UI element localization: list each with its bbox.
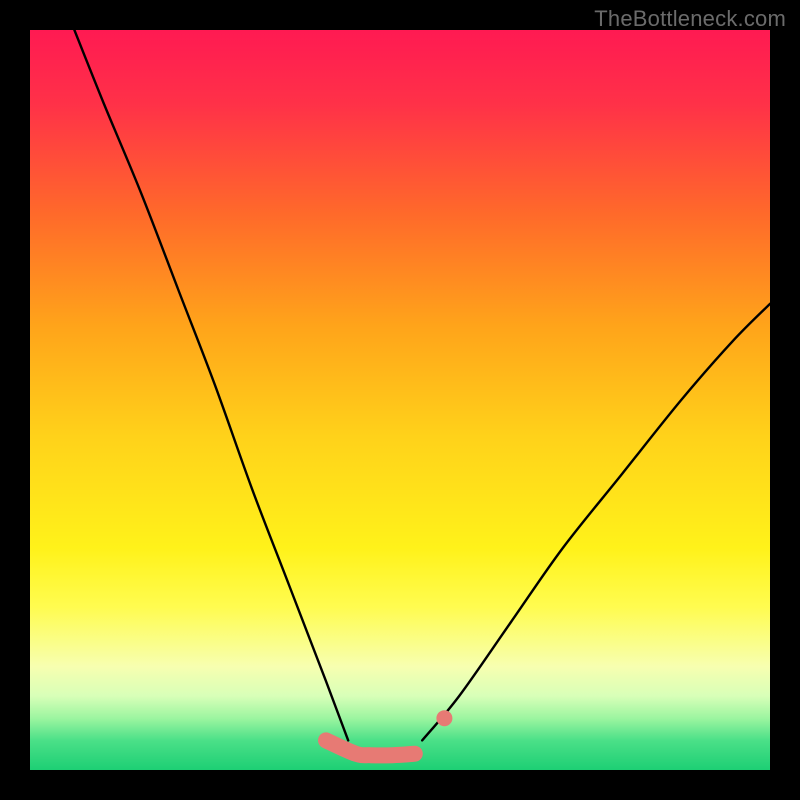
chart-frame: TheBottleneck.com — [0, 0, 800, 800]
plot-area — [30, 30, 770, 770]
curves-layer — [30, 30, 770, 770]
left-curve — [74, 30, 348, 740]
floor-marker — [326, 740, 415, 755]
watermark-text: TheBottleneck.com — [594, 6, 786, 32]
floor-marker-dot — [436, 710, 452, 726]
right-curve — [422, 304, 770, 741]
